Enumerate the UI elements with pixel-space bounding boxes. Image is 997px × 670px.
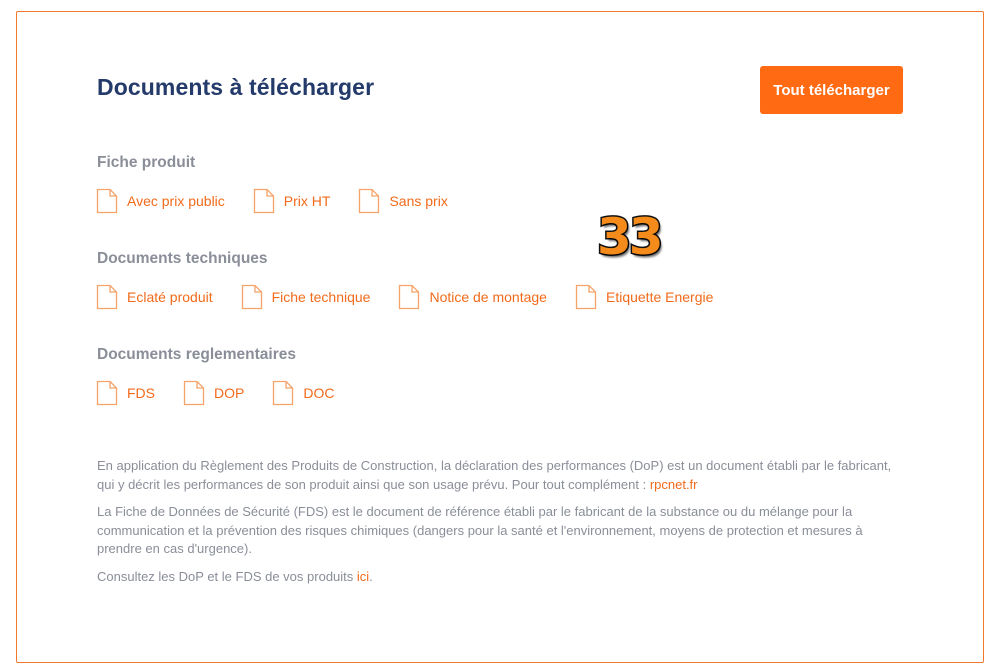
doc-link-sans-prix[interactable]: Sans prix — [358, 188, 448, 214]
doc-list-fiche-produit: Avec prix public Prix HT Sans prix — [96, 188, 476, 214]
doc-link-fds[interactable]: FDS — [96, 380, 155, 406]
doc-label: Eclaté produit — [127, 289, 213, 305]
document-icon — [96, 380, 118, 406]
rpcnet-link[interactable]: rpcnet.fr — [650, 477, 698, 492]
info-text: La Fiche de Données de Sécurité (FDS) es… — [97, 504, 863, 556]
doc-link-prix-ht[interactable]: Prix HT — [253, 188, 331, 214]
info-paragraph-dop: En application du Règlement des Produits… — [97, 457, 897, 494]
doc-label: Prix HT — [283, 193, 331, 209]
doc-list-documents-reglementaires: FDS DOP DOC — [96, 380, 362, 406]
document-icon — [96, 284, 118, 310]
document-icon — [96, 188, 118, 214]
doc-label: Avec prix public — [127, 193, 225, 209]
info-text-end: . — [369, 569, 373, 584]
doc-label: Sans prix — [389, 193, 448, 209]
doc-label: Etiquette Energie — [605, 289, 714, 305]
doc-link-eclate-produit[interactable]: Eclaté produit — [96, 284, 213, 310]
doc-link-notice-de-montage[interactable]: Notice de montage — [398, 284, 547, 310]
doc-label: DOC — [303, 385, 335, 401]
info-paragraph-fds: La Fiche de Données de Sécurité (FDS) es… — [97, 503, 897, 559]
doc-link-avec-prix-public[interactable]: Avec prix public — [96, 188, 225, 214]
doc-label: DOP — [214, 385, 245, 401]
document-icon — [183, 380, 205, 406]
section-title-documents-reglementaires: Documents reglementaires — [97, 346, 296, 363]
doc-label: Notice de montage — [429, 289, 547, 305]
info-text: Consultez les DoP et le FDS de vos produ… — [97, 569, 357, 584]
doc-label: Fiche technique — [271, 289, 371, 305]
info-text: En application du Règlement des Produits… — [97, 458, 892, 492]
doc-list-documents-techniques: Eclaté produit Fiche technique Notice de… — [96, 284, 741, 310]
section-title-documents-techniques: Documents techniques — [97, 250, 268, 267]
document-icon — [253, 188, 274, 214]
section-title-fiche-produit: Fiche produit — [97, 154, 196, 171]
doc-link-doc[interactable]: DOC — [272, 380, 334, 406]
number-badge: 33 — [596, 207, 666, 268]
document-icon — [359, 188, 380, 214]
doc-link-fiche-technique[interactable]: Fiche technique — [241, 284, 371, 310]
page-title: Documents à télécharger — [97, 74, 375, 100]
info-paragraph-consult: Consultez les DoP et le FDS de vos produ… — [97, 568, 897, 587]
doc-label: FDS — [127, 385, 155, 401]
download-all-button[interactable]: Tout télécharger — [760, 66, 903, 114]
ici-link[interactable]: ici — [357, 569, 369, 584]
document-icon — [273, 380, 294, 406]
doc-link-dop[interactable]: DOP — [183, 380, 244, 406]
document-icon — [241, 284, 262, 310]
doc-link-etiquette-energie[interactable]: Etiquette Energie — [575, 284, 713, 310]
documents-panel: Documents à télécharger Tout télécharger… — [16, 11, 984, 663]
document-icon — [399, 284, 420, 310]
document-icon — [575, 284, 597, 310]
